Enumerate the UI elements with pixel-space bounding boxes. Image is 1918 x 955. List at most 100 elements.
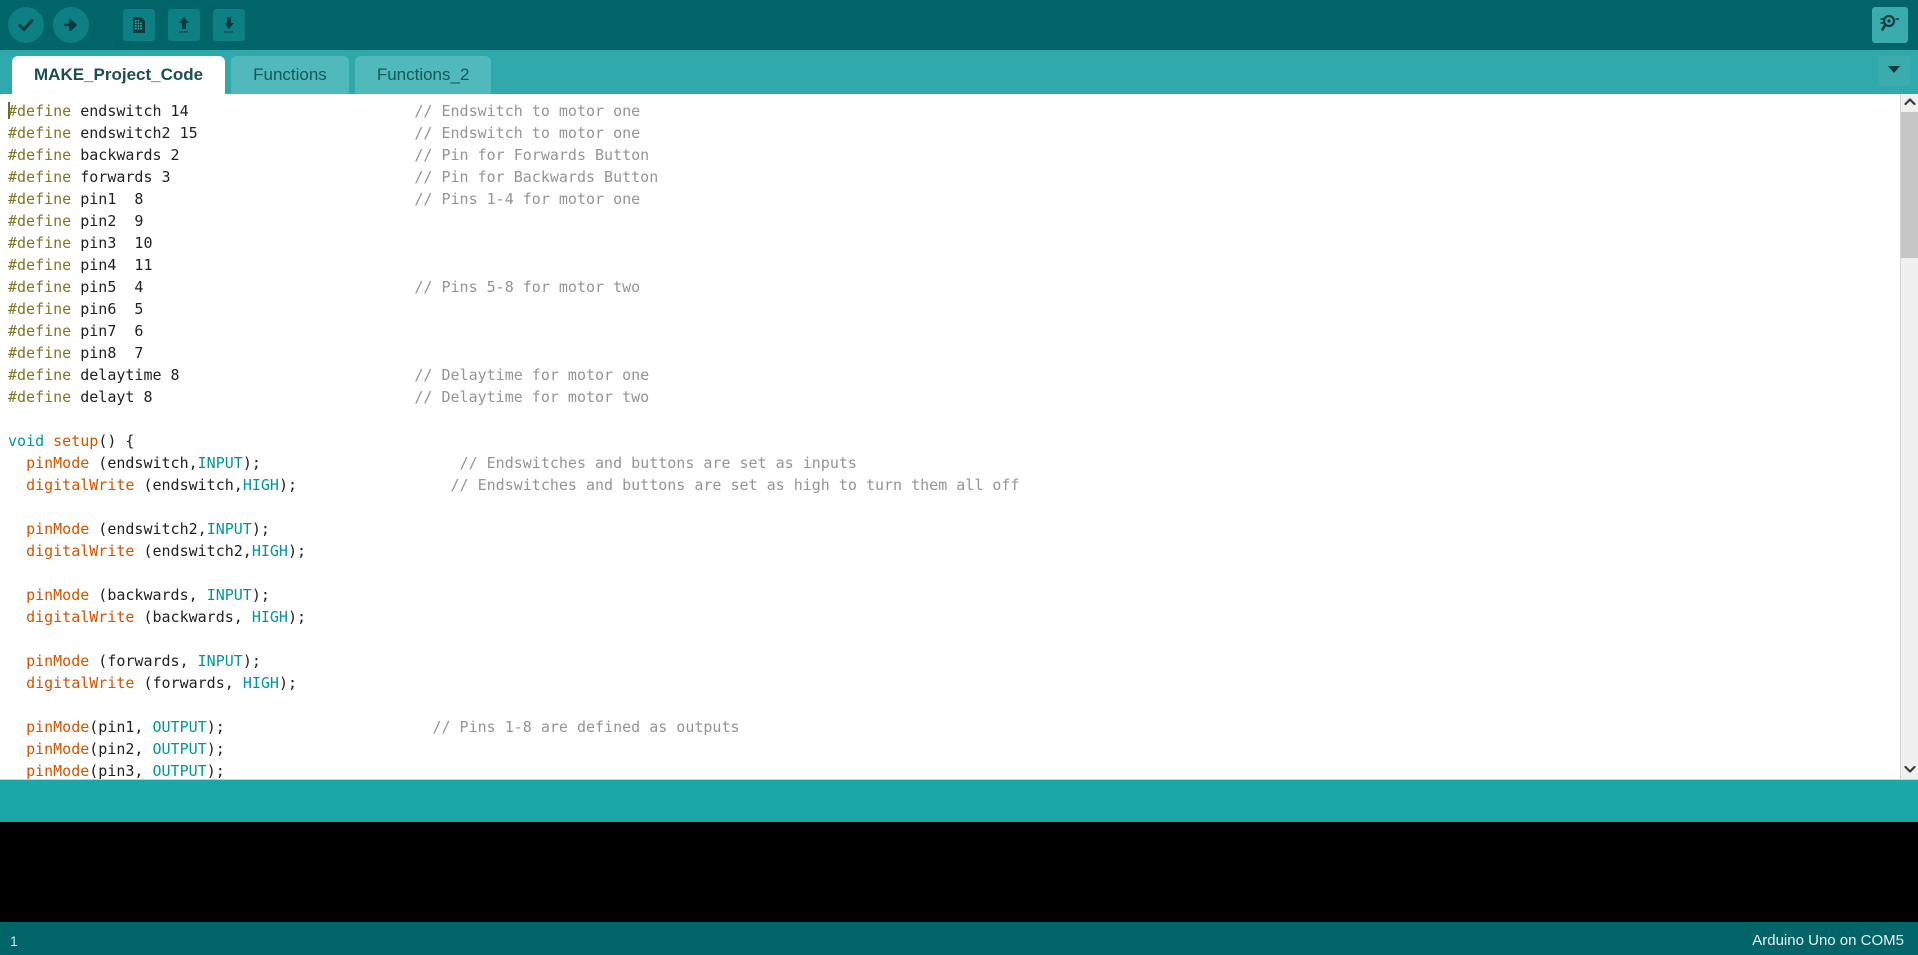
code-token: );: [287, 608, 307, 626]
status-board-port: Arduino Uno on COM5: [1752, 932, 1904, 949]
code-line: void setup() {: [8, 430, 1900, 452]
code-line: digitalWrite (endswitch2,HIGH);: [8, 540, 1900, 562]
code-token: #define: [8, 278, 72, 296]
source-code[interactable]: #define endswitch 14 // Endswitch to mot…: [0, 100, 1900, 779]
editor-vertical-scrollbar[interactable]: [1900, 94, 1918, 779]
scrollbar-track[interactable]: [1901, 112, 1918, 761]
tab-functions[interactable]: Functions: [231, 56, 349, 94]
chevron-down-icon: [1903, 761, 1916, 779]
code-token: INPUT: [206, 586, 252, 604]
code-line: pinMode (forwards, INPUT);: [8, 650, 1900, 672]
code-token: delaytime 8: [71, 366, 180, 384]
save-button[interactable]: [211, 7, 247, 43]
code-token: pinMode: [26, 520, 90, 538]
code-token: pin2 9: [71, 212, 144, 230]
code-token: // Pin for Forwards Button: [414, 146, 650, 164]
code-token: #define: [8, 102, 72, 120]
scrollbar-down-button[interactable]: [1901, 761, 1918, 779]
code-token: digitalWrite: [26, 608, 135, 626]
code-token: );: [242, 454, 261, 472]
code-token: pin6 5: [71, 300, 144, 318]
code-token: // Endswitch to motor one: [414, 124, 641, 142]
code-token: #define: [8, 366, 72, 384]
scrollbar-up-button[interactable]: [1901, 94, 1918, 112]
scrollbar-thumb[interactable]: [1901, 112, 1918, 258]
code-token: // Pins 5-8 for motor two: [414, 278, 641, 296]
tab-functions-2[interactable]: Functions_2: [354, 56, 492, 94]
code-token: INPUT: [197, 652, 243, 670]
tab-overflow-button[interactable]: [1878, 56, 1910, 86]
chevron-up-icon: [1903, 94, 1916, 112]
code-token: HIGH: [251, 608, 288, 626]
code-token: #define: [8, 256, 72, 274]
code-line: digitalWrite (endswitch,HIGH); // Endswi…: [8, 474, 1900, 496]
upload-button[interactable]: [53, 7, 89, 43]
code-token: OUTPUT: [152, 740, 207, 758]
code-token: // Endswitch to motor one: [414, 102, 641, 120]
chevron-down-icon: [1885, 62, 1903, 81]
code-token: #define: [8, 124, 72, 142]
code-token: backwards 2: [71, 146, 180, 164]
code-token: (forwards,: [134, 674, 243, 692]
verify-button[interactable]: [8, 7, 44, 43]
tab-make-project-code[interactable]: MAKE_Project_Code: [12, 56, 226, 94]
code-line: #define pin1 8 // Pins 1-4 for motor one: [8, 188, 1900, 210]
code-token: pin4 11: [71, 256, 153, 274]
code-line: #define delaytime 8 // Delaytime for mot…: [8, 364, 1900, 386]
code-token: (endswitch2,: [134, 542, 252, 560]
code-token: #define: [8, 300, 72, 318]
code-token: #define: [8, 146, 72, 164]
code-line: digitalWrite (backwards, HIGH);: [8, 606, 1900, 628]
code-token: endswitch 14: [71, 102, 189, 120]
code-token: );: [206, 740, 225, 758]
code-token: INPUT: [206, 520, 252, 538]
code-token: HIGH: [242, 476, 279, 494]
code-editor[interactable]: #define endswitch 14 // Endswitch to mot…: [0, 94, 1900, 779]
code-line: digitalWrite (forwards, HIGH);: [8, 672, 1900, 694]
code-token: void: [8, 432, 45, 450]
code-token: (backwards,: [134, 608, 252, 626]
code-line: pinMode(pin1, OUTPUT); // Pins 1-8 are d…: [8, 716, 1900, 738]
new-button[interactable]: [121, 7, 157, 43]
check-icon: [8, 7, 44, 43]
open-button[interactable]: [166, 7, 202, 43]
console-output[interactable]: [0, 822, 1918, 922]
code-token: INPUT: [197, 454, 243, 472]
code-token: digitalWrite: [26, 476, 135, 494]
code-token: );: [278, 674, 297, 692]
code-token: #define: [8, 190, 72, 208]
code-line: #define pin5 4 // Pins 5-8 for motor two: [8, 276, 1900, 298]
serial-monitor-button[interactable]: [1872, 7, 1908, 43]
code-token: pinMode: [26, 454, 90, 472]
code-line: #define backwards 2 // Pin for Forwards …: [8, 144, 1900, 166]
code-token: OUTPUT: [152, 762, 207, 779]
code-line: #define pin6 5: [8, 298, 1900, 320]
code-token: pin1 8: [71, 190, 144, 208]
code-token: (backwards,: [89, 586, 207, 604]
code-token: (endswitch,: [134, 476, 243, 494]
code-token: digitalWrite: [26, 674, 135, 692]
code-token: HIGH: [242, 674, 279, 692]
toolbar-main-buttons: [8, 7, 247, 43]
code-token: digitalWrite: [26, 542, 135, 560]
code-line: #define pin3 10: [8, 232, 1900, 254]
code-token: // Pin for Backwards Button: [414, 168, 659, 186]
code-token: forwards 3: [71, 168, 171, 186]
code-line: #define delayt 8 // Delaytime for motor …: [8, 386, 1900, 408]
toolbar: [0, 0, 1918, 50]
code-token: (endswitch,: [89, 454, 198, 472]
code-token: );: [206, 718, 225, 736]
code-token: #define: [8, 212, 72, 230]
